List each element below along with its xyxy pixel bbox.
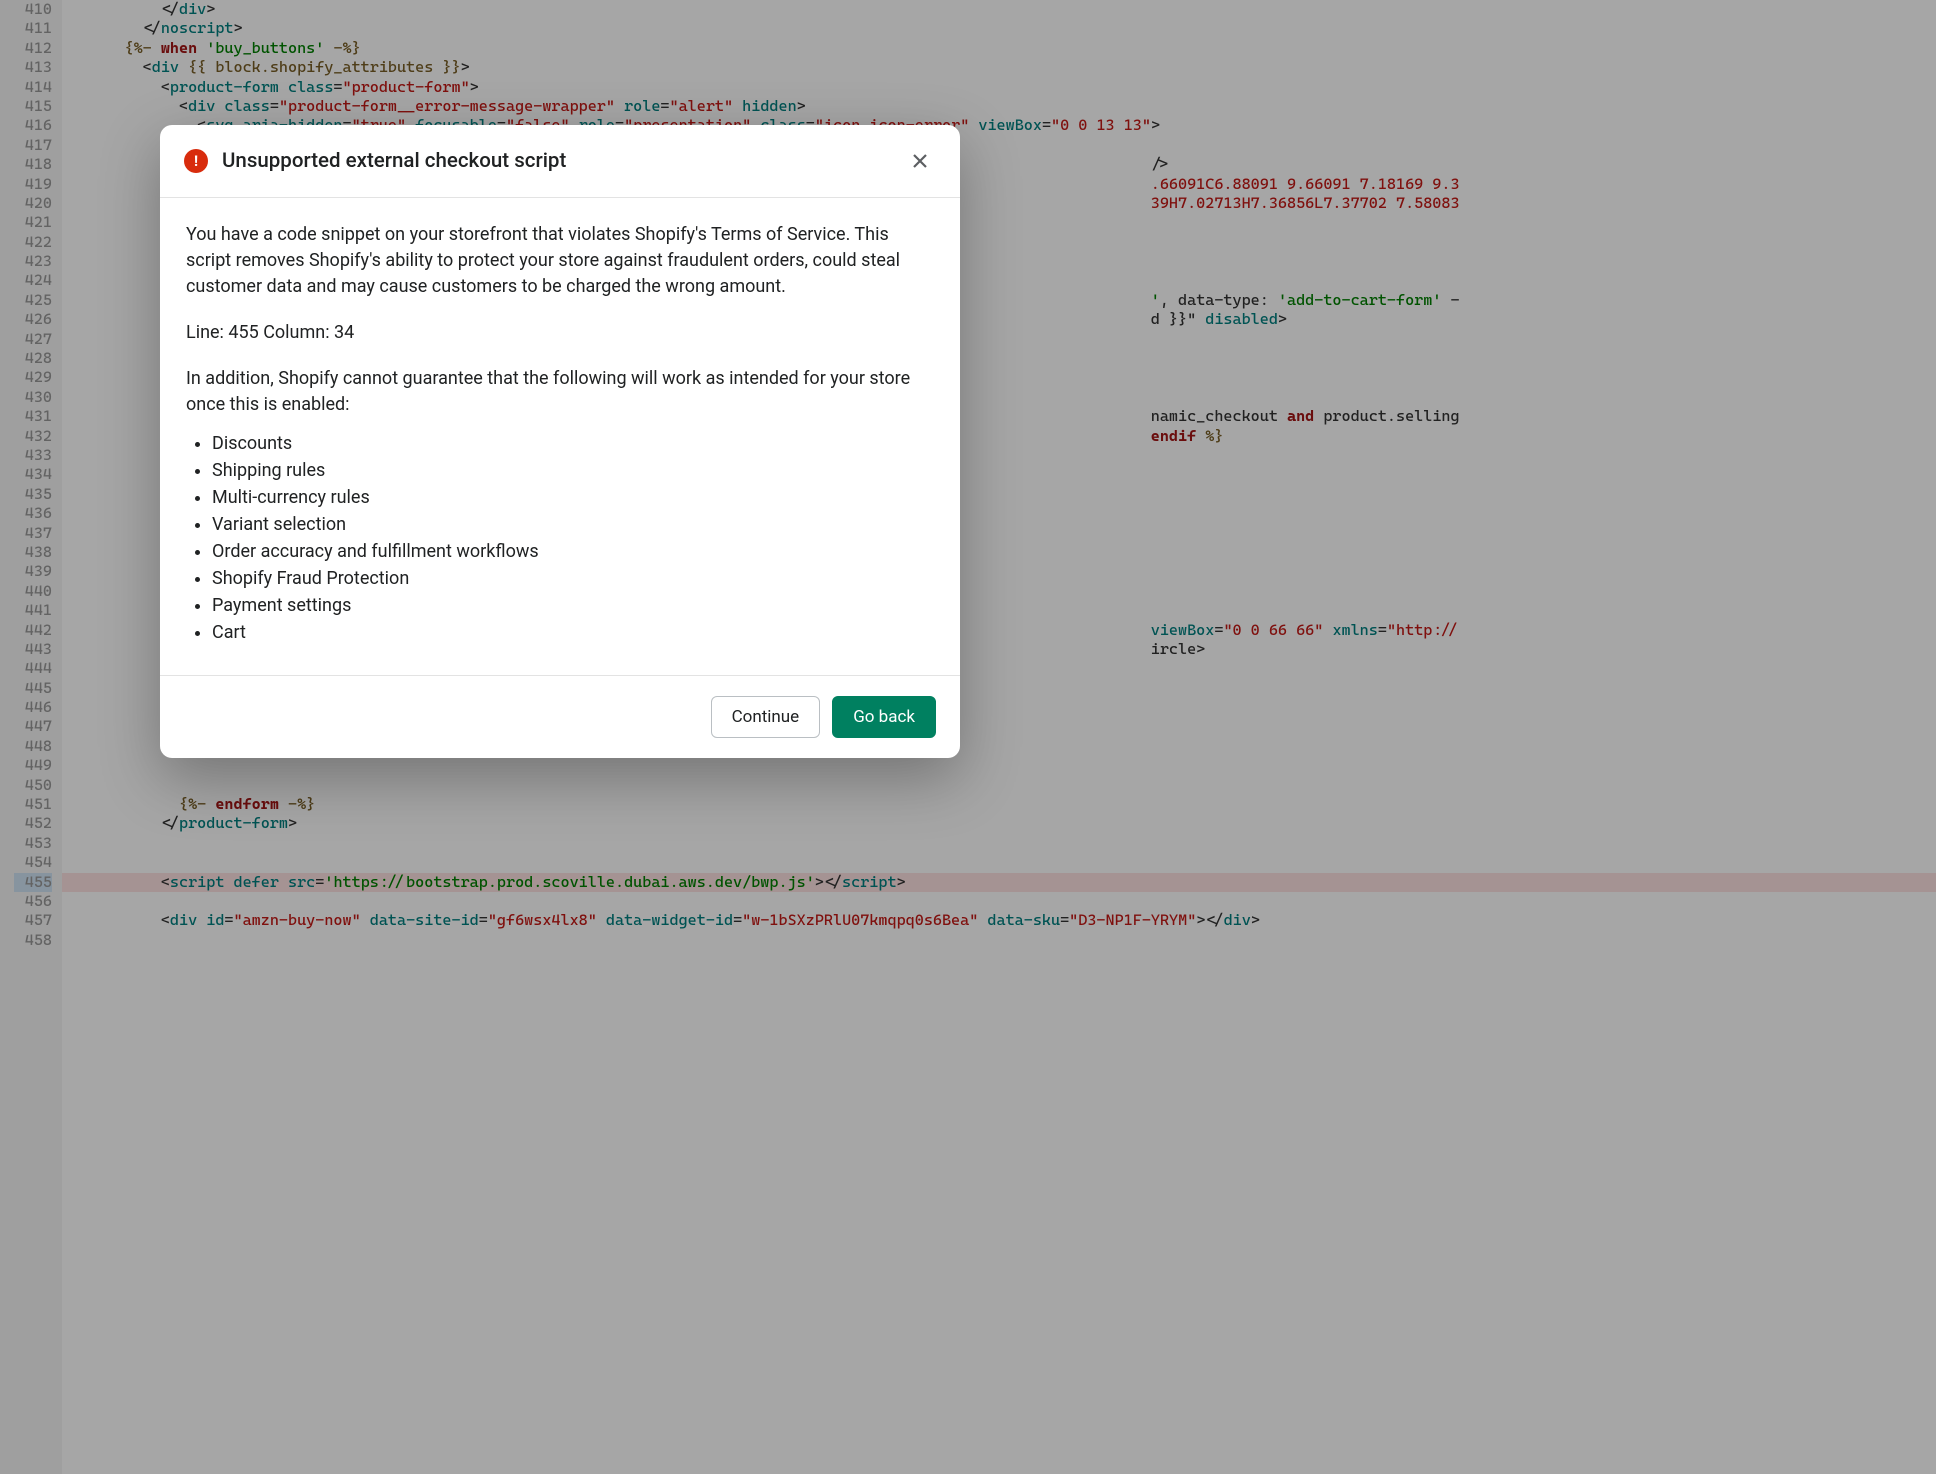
- dialog-body: You have a code snippet on your storefro…: [160, 198, 960, 675]
- dialog-footer: Continue Go back: [160, 675, 960, 758]
- dialog-header: ! Unsupported external checkout script: [160, 125, 960, 198]
- list-item: Shipping rules: [212, 458, 934, 484]
- dialog-location: Line: 455 Column: 34: [186, 320, 934, 346]
- continue-button[interactable]: Continue: [711, 696, 821, 738]
- list-item: Payment settings: [212, 593, 934, 619]
- close-icon: [910, 151, 930, 171]
- close-button[interactable]: [904, 145, 936, 177]
- dialog-body-text-1: You have a code snippet on your storefro…: [186, 222, 934, 300]
- list-item: Cart: [212, 620, 934, 646]
- list-item: Discounts: [212, 431, 934, 457]
- list-item: Multi-currency rules: [212, 485, 934, 511]
- go-back-button[interactable]: Go back: [832, 696, 936, 738]
- list-item: Variant selection: [212, 512, 934, 538]
- list-item: Order accuracy and fulfillment workflows: [212, 539, 934, 565]
- warning-dialog: ! Unsupported external checkout script Y…: [160, 125, 960, 758]
- list-item: Shopify Fraud Protection: [212, 566, 934, 592]
- error-icon: !: [184, 149, 208, 173]
- modal-overlay: ! Unsupported external checkout script Y…: [0, 0, 1936, 1474]
- dialog-issue-list: DiscountsShipping rulesMulti-currency ru…: [186, 431, 934, 647]
- dialog-title: Unsupported external checkout script: [222, 149, 904, 173]
- dialog-body-text-2: In addition, Shopify cannot guarantee th…: [186, 366, 934, 418]
